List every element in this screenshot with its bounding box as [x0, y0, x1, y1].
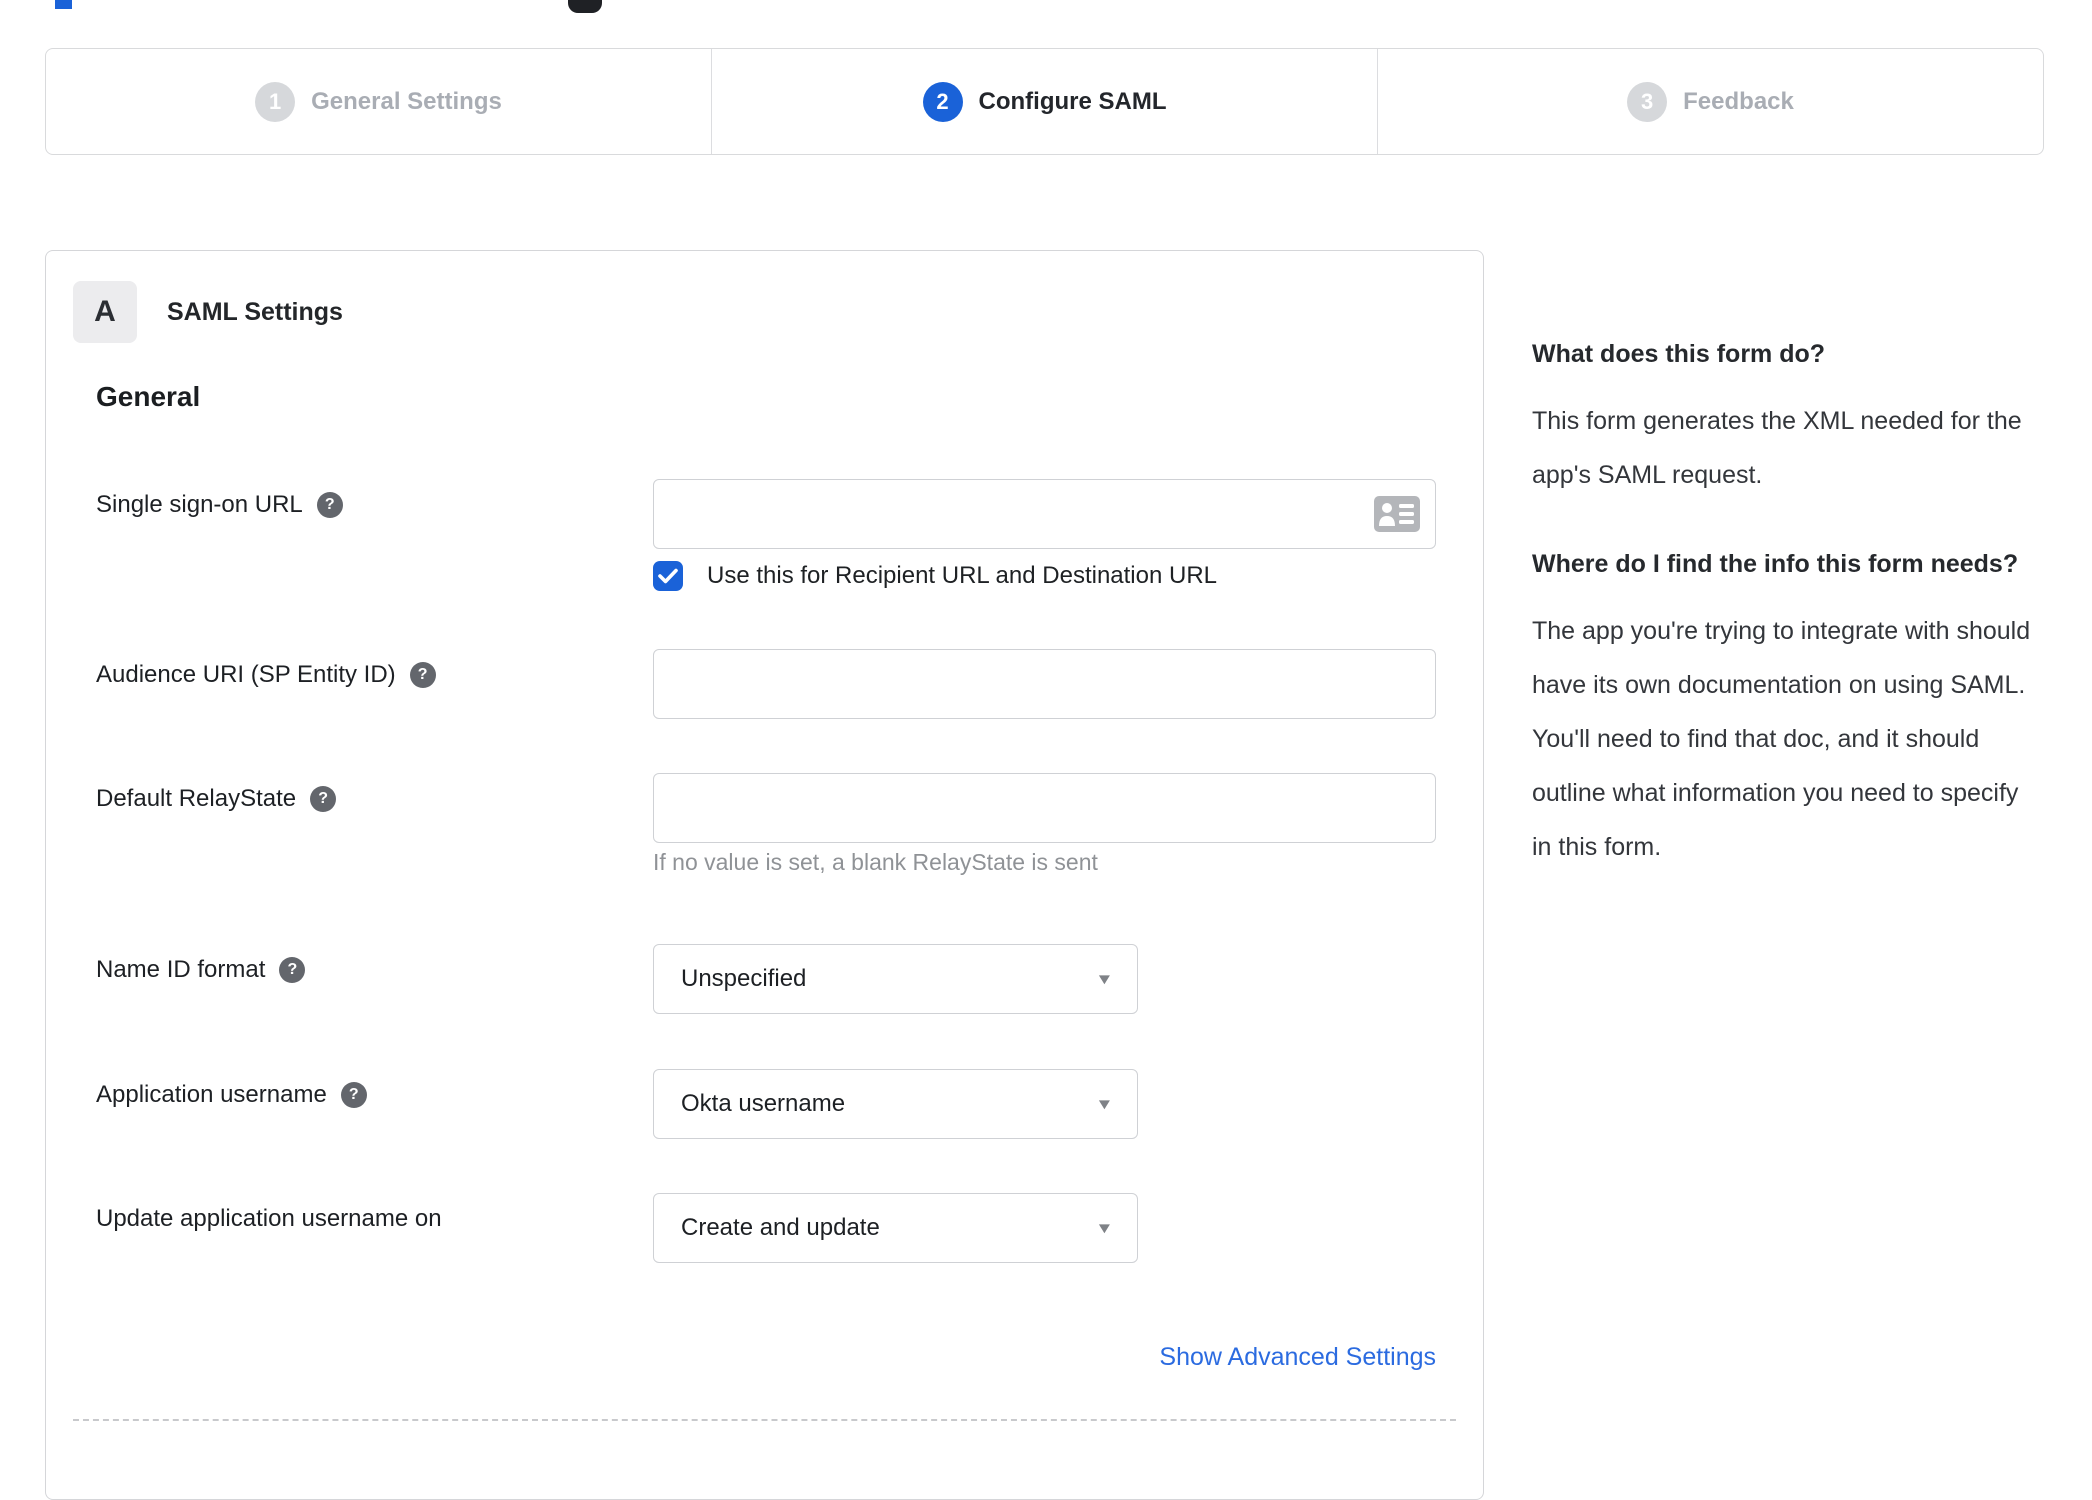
- step-label: Feedback: [1683, 87, 1794, 115]
- field-label: Audience URI (SP Entity ID) ?: [96, 661, 436, 689]
- general-group-heading: General: [96, 381, 201, 412]
- section-a-badge: A: [73, 281, 137, 343]
- help-icon[interactable]: ?: [340, 1082, 367, 1108]
- checkbox-label: Use this for Recipient URL and Destinati…: [707, 562, 1218, 589]
- field-row-audience-uri: Audience URI (SP Entity ID) ?: [46, 649, 1483, 719]
- recipient-url-checkbox[interactable]: [653, 561, 683, 591]
- step-configure-saml[interactable]: 2 Configure SAML: [711, 49, 1377, 154]
- check-icon: [658, 568, 678, 584]
- audience-uri-input[interactable]: [653, 649, 1436, 719]
- update-username-on-select[interactable]: Create and update ▼: [653, 1193, 1138, 1263]
- field-row-single-sign-on-url: Single sign-on URL ?: [46, 479, 1483, 549]
- chevron-down-icon: ▼: [1095, 970, 1114, 988]
- show-advanced-settings-link[interactable]: Show Advanced Settings: [653, 1343, 1436, 1372]
- chevron-down-icon: ▼: [1095, 1219, 1114, 1237]
- help-icon[interactable]: ?: [316, 492, 343, 518]
- field-label: Default RelayState ?: [96, 785, 337, 813]
- application-username-select[interactable]: Okta username ▼: [653, 1069, 1138, 1139]
- section-divider: [73, 1419, 1456, 1421]
- panel-header: A SAML Settings: [73, 281, 343, 343]
- sidebar-body-where: The app you're trying to integrate with …: [1532, 617, 2031, 861]
- help-sidebar: What does this form do? This form genera…: [1532, 332, 2044, 874]
- step-general-settings[interactable]: 1 General Settings: [46, 49, 711, 154]
- select-value: Create and update: [681, 1214, 880, 1241]
- single-sign-on-url-input[interactable]: [653, 479, 1436, 549]
- field-label: Application username ?: [96, 1081, 367, 1109]
- help-icon[interactable]: ?: [409, 662, 436, 688]
- section-title: SAML Settings: [167, 297, 343, 326]
- default-relaystate-input[interactable]: [653, 773, 1436, 843]
- sidebar-body-what: This form generates the XML needed for t…: [1532, 407, 2022, 489]
- step-number-badge: 2: [922, 81, 963, 122]
- help-icon[interactable]: ?: [310, 786, 337, 812]
- step-number-badge: 3: [1627, 81, 1668, 122]
- field-label: Update application username on: [96, 1205, 442, 1232]
- saml-settings-panel: A SAML Settings General Single sign-on U…: [45, 250, 1484, 1500]
- name-id-format-select[interactable]: Unspecified ▼: [653, 944, 1138, 1014]
- sidebar-heading-what: What does this form do?: [1532, 340, 1826, 368]
- select-value: Okta username: [681, 1090, 846, 1117]
- page-title-fragment: [55, 0, 72, 9]
- step-number-badge: 1: [255, 81, 296, 122]
- step-label: General Settings: [311, 87, 502, 115]
- relaystate-hint: If no value is set, a blank RelayState i…: [653, 849, 1098, 875]
- step-feedback[interactable]: 3 Feedback: [1377, 49, 2043, 154]
- field-label: Single sign-on URL ?: [96, 491, 343, 519]
- contact-card-icon: [1374, 496, 1420, 532]
- field-row-default-relaystate: Default RelayState ?: [46, 773, 1483, 843]
- step-label: Configure SAML: [978, 87, 1167, 115]
- help-icon[interactable]: ?: [279, 957, 306, 983]
- wizard-stepper: 1 General Settings 2 Configure SAML 3 Fe…: [45, 48, 2044, 155]
- sidebar-heading-where: Where do I find the info this form needs…: [1532, 550, 2019, 578]
- field-label: Name ID format ?: [96, 956, 306, 984]
- chevron-down-icon: ▼: [1095, 1095, 1114, 1113]
- select-value: Unspecified: [681, 965, 807, 992]
- app-logo-fragment: [568, 0, 602, 13]
